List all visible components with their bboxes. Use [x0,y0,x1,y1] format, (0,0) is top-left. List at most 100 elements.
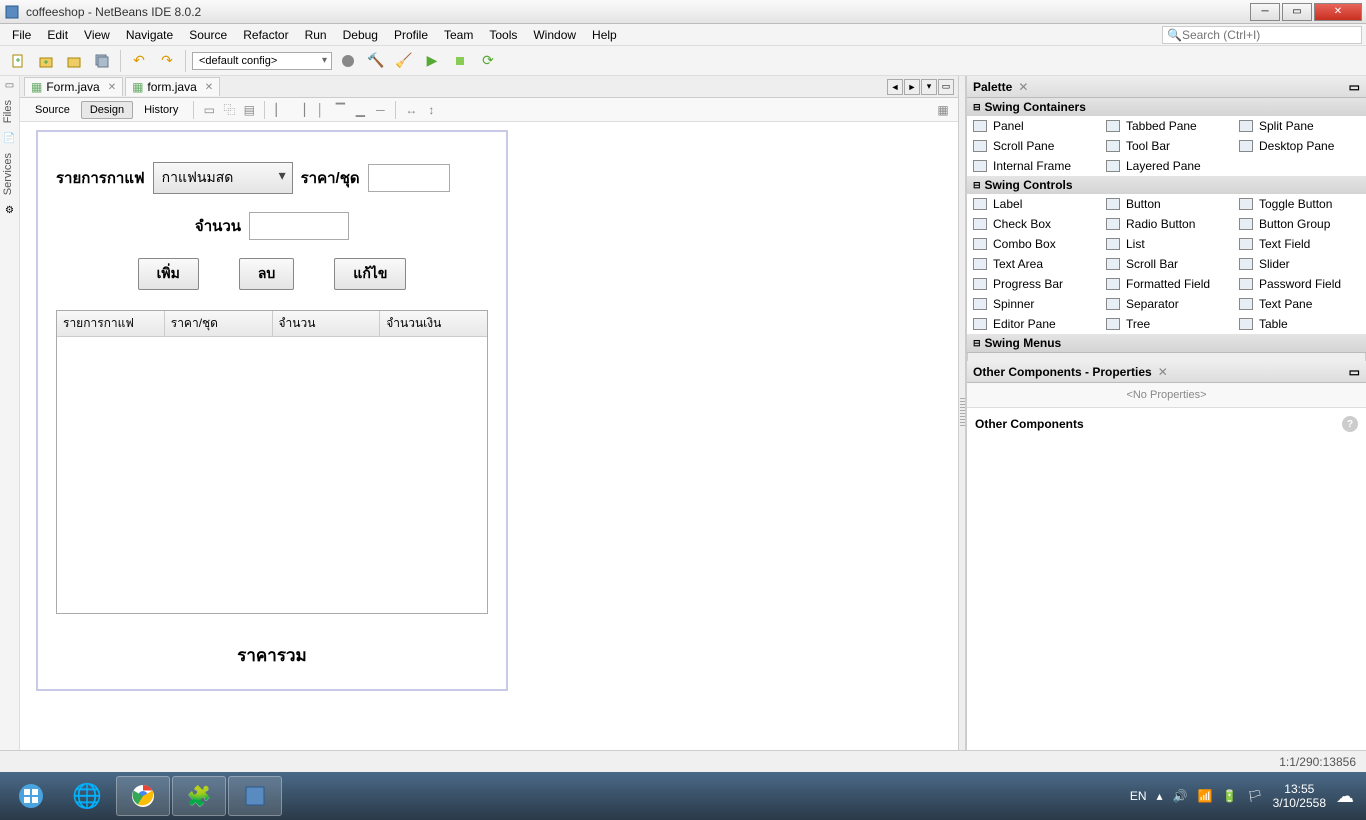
palette-item[interactable]: Button Group [1233,214,1366,234]
align-bottom-icon[interactable]: ▁ [351,101,369,119]
tab-list-icon[interactable]: ▾ [921,79,937,95]
tab-form-lower[interactable]: ▦ form.java ✕ [125,77,220,96]
open-icon[interactable] [62,49,86,73]
th-qty[interactable]: จำนวน [273,311,381,336]
palette-item[interactable]: Toggle Button [1233,194,1366,214]
chrome-icon[interactable] [116,776,170,816]
close-tab-icon[interactable]: ✕ [108,82,116,93]
mode-design[interactable]: Design [81,101,133,119]
new-project-icon[interactable] [34,49,58,73]
debug-icon[interactable] [448,49,472,73]
palette-item[interactable]: List [1100,234,1233,254]
resize-h-icon[interactable]: ↔ [402,101,420,119]
quick-search[interactable]: 🔍 [1162,26,1362,44]
palette-item[interactable]: Radio Button [1100,214,1233,234]
palette-item[interactable]: Text Area [967,254,1100,274]
palette-item[interactable]: Scroll Pane [967,136,1100,156]
start-button[interactable] [4,776,58,816]
category-menus[interactable]: ⊟Swing Menus [967,334,1366,352]
palette-item[interactable]: Desktop Pane [1233,136,1366,156]
rail-services[interactable]: Services [0,147,16,201]
palette-item[interactable]: Password Field [1233,274,1366,294]
netbeans-task-icon[interactable] [228,776,282,816]
tab-form-upper[interactable]: ▦ Form.java ✕ [24,77,123,96]
menu-tools[interactable]: Tools [481,26,525,44]
clean-build-icon[interactable]: 🔨 [364,49,388,73]
palette-item[interactable]: Editor Pane [967,314,1100,334]
weather-icon[interactable]: ☁ [1336,786,1354,807]
menu-source[interactable]: Source [181,26,235,44]
new-file-icon[interactable] [6,49,30,73]
qty-field[interactable] [249,212,349,240]
build-icon[interactable] [336,49,360,73]
close-palette-icon[interactable]: ✕ [1018,80,1028,94]
menu-navigate[interactable]: Navigate [118,26,181,44]
palette-item[interactable]: Internal Frame [967,156,1100,176]
palette-item[interactable]: Layered Pane [1100,156,1233,176]
menu-edit[interactable]: Edit [39,26,76,44]
preview-icon[interactable]: ▤ [240,101,258,119]
palette-tab[interactable]: Palette ✕ ▭ [967,76,1366,98]
connection-mode-icon[interactable]: ⿻ [220,101,238,119]
minimize-properties-icon[interactable]: ▭ [1349,365,1360,379]
align-center-v-icon[interactable]: ─ [371,101,389,119]
palette-item[interactable]: Text Pane [1233,294,1366,314]
volume-icon[interactable]: 🔊 [1173,789,1188,803]
menu-run[interactable]: Run [297,26,335,44]
mode-source[interactable]: Source [26,101,79,119]
properties-tab[interactable]: Other Components - Properties ✕ ▭ [967,361,1366,383]
palette-item[interactable]: Tabbed Pane [1100,116,1233,136]
maximize-editor-icon[interactable]: ▭ [938,79,954,95]
align-left-icon[interactable]: ▏ [271,101,289,119]
palette-item[interactable]: Label [967,194,1100,214]
menu-team[interactable]: Team [436,26,481,44]
category-containers[interactable]: ⊟Swing Containers [967,98,1366,116]
menu-debug[interactable]: Debug [335,26,386,44]
maximize-button[interactable]: ▭ [1282,3,1312,21]
menu-window[interactable]: Window [525,26,584,44]
toolbox-icon[interactable]: ▦ [934,101,952,119]
palette-item[interactable]: Text Field [1233,234,1366,254]
broom-icon[interactable]: 🧹 [392,49,416,73]
palette-item[interactable]: Table [1233,314,1366,334]
menu-profile[interactable]: Profile [386,26,436,44]
tab-scroll-left-icon[interactable]: ◄ [887,79,903,95]
undo-icon[interactable]: ↶ [127,49,151,73]
palette-item[interactable]: Split Pane [1233,116,1366,136]
rail-files[interactable]: Files [0,94,16,129]
search-input[interactable] [1182,28,1357,42]
edit-button[interactable]: แก้ไข [334,258,406,290]
coffee-combobox[interactable]: กาแฟนมสด [153,162,293,194]
menu-help[interactable]: Help [584,26,625,44]
palette-item[interactable]: Spinner [967,294,1100,314]
clock[interactable]: 13:55 3/10/2558 [1273,782,1326,811]
palette-item[interactable]: Progress Bar [967,274,1100,294]
palette-item[interactable]: Combo Box [967,234,1100,254]
menu-view[interactable]: View [76,26,118,44]
menu-refactor[interactable]: Refactor [235,26,296,44]
minimize-button[interactable]: ─ [1250,3,1280,21]
add-button[interactable]: เพิ่ม [138,258,199,290]
price-field[interactable] [368,164,450,192]
close-tab-icon[interactable]: ✕ [205,82,213,93]
align-right-icon[interactable]: ▕ [291,101,309,119]
config-select[interactable]: <default config> [192,52,332,70]
menu-file[interactable]: File [4,26,39,44]
battery-icon[interactable]: 🔋 [1222,789,1237,803]
redo-icon[interactable]: ↷ [155,49,179,73]
palette-item[interactable]: Panel [967,116,1100,136]
ie-icon[interactable]: 🌐 [60,776,114,816]
form-designer-canvas[interactable]: รายการกาแฟ กาแฟนมสด ราคา/ชุด จำนวน เพิ่ม… [20,122,958,750]
close-properties-icon[interactable]: ✕ [1158,365,1168,379]
delete-button[interactable]: ลบ [239,258,294,290]
action-center-icon[interactable]: 🏳 [1247,789,1262,803]
run-icon[interactable]: ▶ [420,49,444,73]
selection-mode-icon[interactable]: ▭ [200,101,218,119]
palette-item[interactable]: Formatted Field [1100,274,1233,294]
th-price[interactable]: ราคา/ชุด [165,311,273,336]
resize-v-icon[interactable]: ↕ [422,101,440,119]
mode-history[interactable]: History [135,101,187,119]
help-icon[interactable]: ? [1342,416,1358,432]
order-table[interactable]: รายการกาแฟ ราคา/ชุด จำนวน จำนวนเงิน [56,310,488,614]
palette-item[interactable]: Tool Bar [1100,136,1233,156]
